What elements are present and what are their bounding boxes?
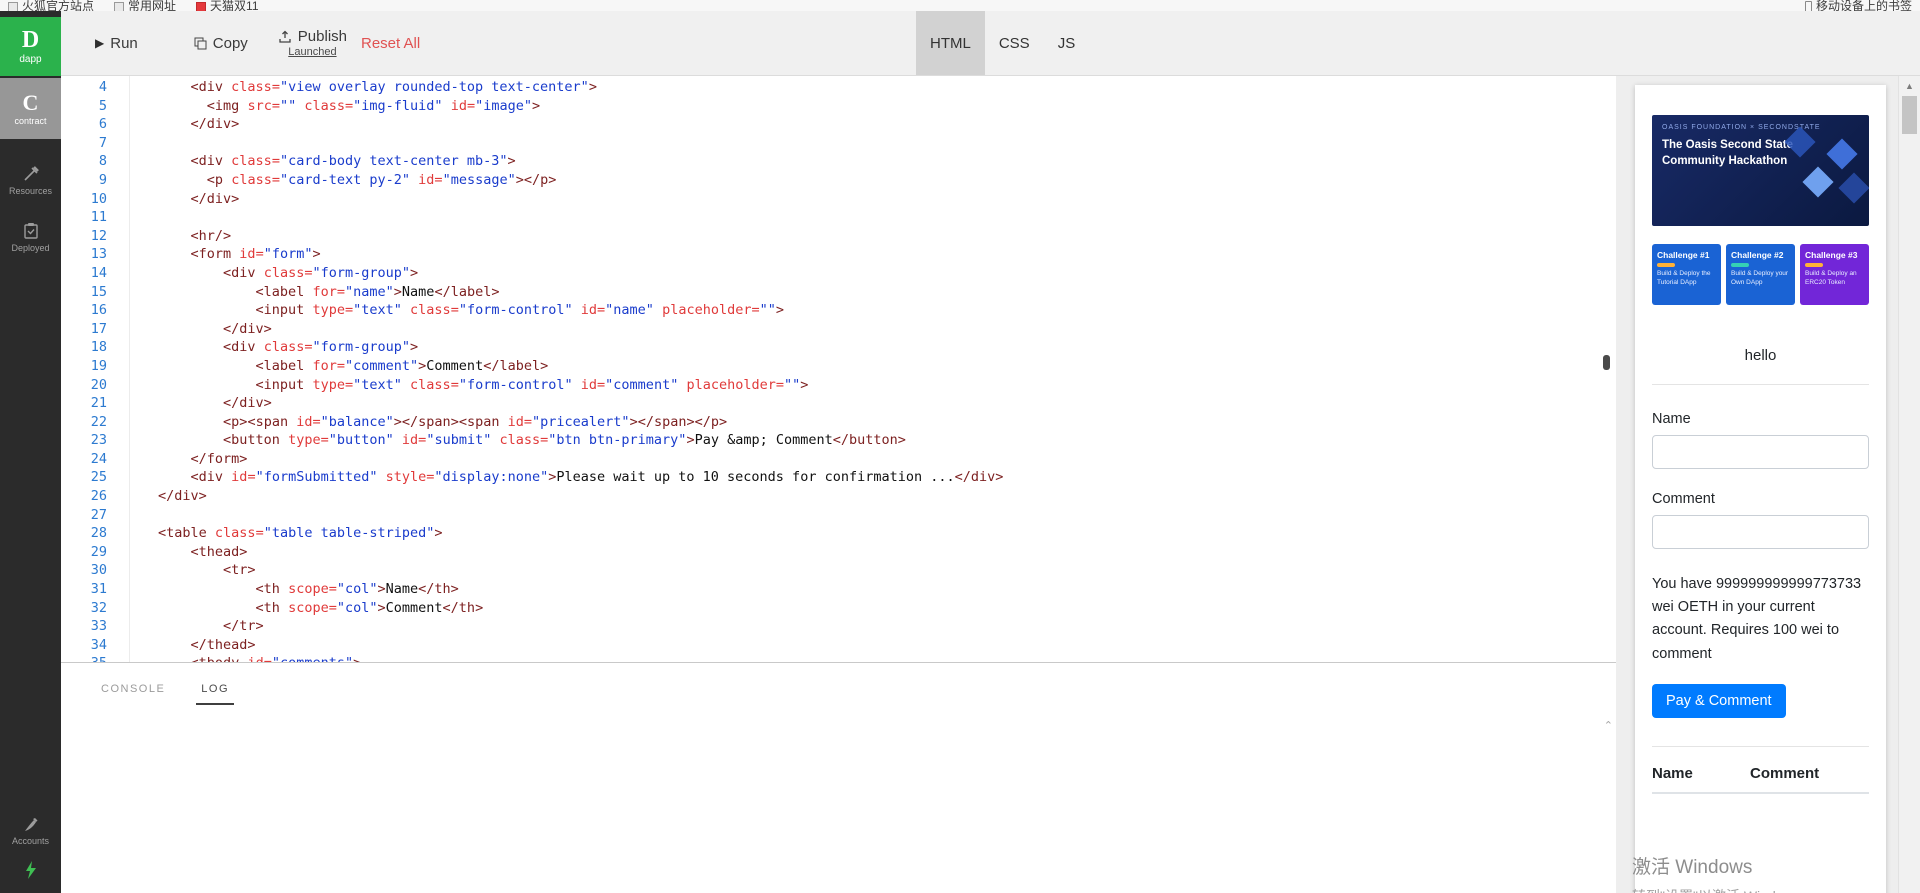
table-header-name: Name (1652, 764, 1693, 782)
play-icon: ▶ (95, 36, 105, 50)
run-label: Run (110, 34, 138, 52)
publish-icon (279, 30, 291, 43)
challenge-desc: Build & Deploy your Own DApp (1731, 270, 1789, 286)
sidebar-item-dapp[interactable]: D dapp (0, 17, 61, 76)
banner-title: The Oasis Second State Community Hackath… (1662, 139, 1794, 167)
code-lines: 4 <div class="view overlay rounded-top t… (90, 79, 1004, 662)
challenge-title: Challenge #2 (1731, 250, 1784, 260)
name-label: Name (1652, 411, 1691, 427)
pay-comment-button[interactable]: Pay & Comment (1652, 683, 1786, 718)
screen: 火狐官方站点 常用网址 天猫双11 移动设备上的书签 D dapp C cont… (0, 0, 1920, 893)
tab-html[interactable]: HTML (916, 11, 985, 75)
dapp-logo: D (21, 27, 40, 53)
code-editor[interactable]: 4 <div class="view overlay rounded-top t… (61, 76, 1616, 662)
accounts-icon (24, 818, 37, 831)
bookmark-label: 移动设备上的书签 (1815, 0, 1912, 11)
challenge-desc: Build & Deploy an ERC20 Token (1805, 270, 1857, 286)
copy-label: Copy (212, 34, 248, 52)
phone-icon (1804, 1, 1812, 11)
copy-button[interactable]: Copy (194, 35, 248, 52)
sidebar-item-resources[interactable]: Resources (9, 165, 52, 196)
challenge-title: Challenge #1 (1657, 250, 1710, 260)
bookmark-favicon (114, 1, 125, 11)
editor-tabs: HTML CSS JS (916, 11, 1089, 75)
toolbar: ▶ Run Copy Publish Launched Reset All HT (61, 11, 1920, 76)
accounts-label: Accounts (11, 836, 50, 846)
left-sidebar: D dapp C contract Resources Deployed Acc… (0, 11, 61, 893)
preview-pane: OASIS FOUNDATION × SECONDSTATE The Oasis… (1616, 76, 1898, 893)
banner-cube-decoration (1826, 138, 1858, 170)
deployed-icon (23, 223, 38, 239)
page-scrollbar[interactable]: ▲ ▼ (1898, 76, 1920, 893)
console-scroll-up-icon[interactable]: ⌃ (1604, 719, 1613, 732)
challenge-badge (1805, 263, 1823, 267)
copy-icon (194, 37, 207, 49)
banner-brand-line: OASIS FOUNDATION × SECONDSTATE (1662, 124, 1821, 131)
console-panel: CONSOLE LOG ⌃ (61, 662, 1616, 893)
bookmark-label: 火狐官方站点 (22, 0, 95, 11)
mobile-bookmarks-folder[interactable]: 移动设备上的书签 (1804, 0, 1912, 11)
dapp-label: dapp (19, 54, 42, 65)
tab-css[interactable]: CSS (985, 11, 1044, 75)
editor-scrollbar-thumb[interactable] (1603, 355, 1610, 370)
run-button[interactable]: ▶ Run (95, 35, 138, 52)
preview-message: hello (1744, 347, 1777, 364)
banner-cube-decoration (1802, 166, 1834, 198)
comments-table-header: Name Comment (1652, 765, 1869, 794)
bookmark-favicon (8, 1, 18, 11)
sidebar-item-deployed[interactable]: Deployed (11, 222, 50, 253)
dapp-preview-card: OASIS FOUNDATION × SECONDSTATE The Oasis… (1635, 85, 1886, 893)
challenge-card-1: Challenge #1 Build & Deploy the Tutorial… (1652, 244, 1721, 305)
bookmark-favicon (196, 1, 207, 11)
tab-log[interactable]: LOG (196, 683, 235, 705)
contract-label: contract (14, 115, 47, 126)
hackathon-banner-image: OASIS FOUNDATION × SECONDSTATE The Oasis… (1652, 115, 1869, 226)
reset-all-button[interactable]: Reset All (361, 35, 420, 52)
resources-icon (23, 166, 39, 181)
challenge-badge (1657, 263, 1675, 267)
bookmark-item[interactable]: 火狐官方站点 (8, 0, 94, 11)
divider (1652, 384, 1869, 385)
tab-js[interactable]: JS (1044, 11, 1090, 75)
deployed-label: Deployed (11, 243, 50, 253)
sidebar-item-contract[interactable]: C contract (0, 78, 61, 139)
scrollbar-thumb[interactable] (1902, 96, 1917, 134)
challenge-card-3: Challenge #3 Build & Deploy an ERC20 Tok… (1800, 244, 1869, 305)
resources-label: Resources (8, 186, 53, 196)
challenge-desc: Build & Deploy the Tutorial DApp (1657, 270, 1711, 286)
bookmarks-bar: 火狐官方站点 常用网址 天猫双11 移动设备上的书签 (0, 0, 1920, 11)
bookmark-label: 天猫双11 (210, 0, 259, 11)
challenge-card-2: Challenge #2 Build & Deploy your Own DAp… (1726, 244, 1795, 305)
tab-console[interactable]: CONSOLE (96, 683, 170, 705)
bookmark-item[interactable]: 天猫双11 (196, 0, 259, 11)
contract-logo: C (22, 89, 39, 115)
preview-comment-input[interactable] (1652, 515, 1869, 549)
publish-label: Publish (297, 28, 347, 45)
status-bolt-icon[interactable] (23, 860, 39, 885)
challenge-badge (1731, 263, 1749, 267)
comment-label: Comment (1652, 491, 1715, 507)
scrollbar-up-arrow[interactable]: ▲ (1899, 81, 1920, 91)
divider (1652, 745, 1869, 747)
table-header-comment: Comment (1750, 764, 1820, 782)
sidebar-item-accounts[interactable]: Accounts (12, 817, 49, 846)
challenge-cards: Challenge #1 Build & Deploy the Tutorial… (1652, 244, 1869, 305)
banner-cube-decoration (1838, 172, 1869, 204)
challenge-title: Challenge #3 (1805, 250, 1858, 260)
preview-name-input[interactable] (1652, 435, 1869, 469)
launched-link[interactable]: Launched (288, 46, 336, 58)
bookmark-label: 常用网址 (128, 0, 177, 11)
publish-button[interactable]: Publish (278, 28, 347, 45)
bookmark-item[interactable]: 常用网址 (114, 0, 176, 11)
